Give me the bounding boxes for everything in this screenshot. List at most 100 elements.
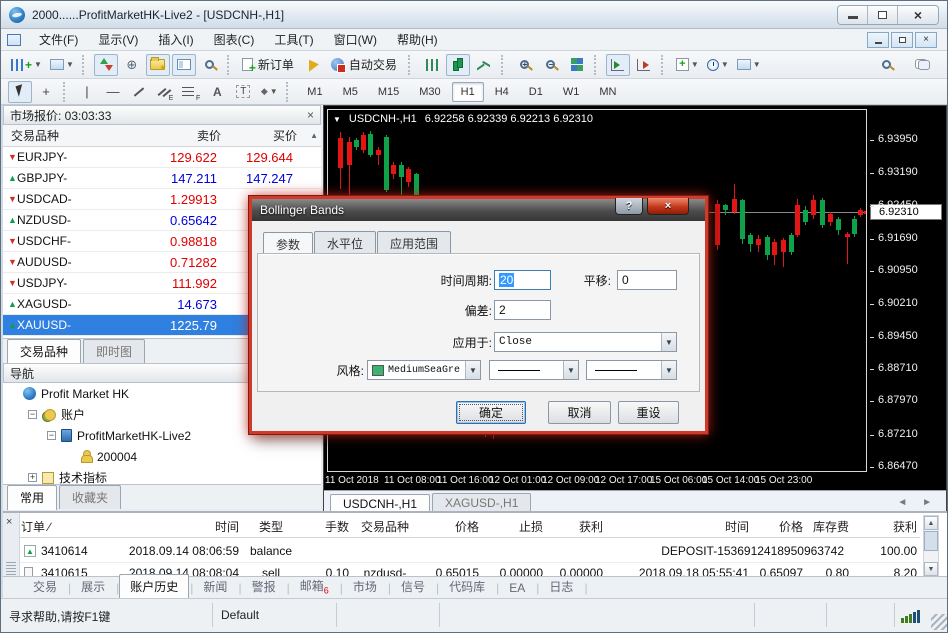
- scroll-up-icon[interactable]: ▲: [310, 131, 318, 140]
- menu-item[interactable]: 工具(T): [264, 29, 323, 50]
- toolbar-grip[interactable]: [501, 55, 508, 75]
- chart-tab-scroll-arrows[interactable]: ◄ ►: [889, 497, 946, 512]
- mdi-restore-button[interactable]: [891, 32, 913, 48]
- data-window-button[interactable]: ⊕: [120, 54, 144, 76]
- terminal-close-icon[interactable]: ×: [6, 516, 12, 528]
- timeframe-h4[interactable]: H4: [486, 82, 518, 102]
- timeframe-h1[interactable]: H1: [452, 82, 484, 102]
- toolbar-grip[interactable]: [82, 55, 89, 75]
- channel-tool[interactable]: E: [153, 81, 177, 103]
- timeframe-m1[interactable]: M1: [298, 82, 331, 102]
- scrollbar-thumb[interactable]: [924, 531, 938, 551]
- chart-shift-toggle[interactable]: [632, 54, 656, 76]
- expand-icon[interactable]: +: [28, 473, 37, 482]
- terminal-column-4[interactable]: 交易品种: [349, 517, 421, 535]
- new-chart-button[interactable]: +▼: [8, 54, 45, 76]
- strategy-tester-button[interactable]: [198, 54, 222, 76]
- toolbar-grip[interactable]: [227, 55, 234, 75]
- status-profile[interactable]: Default: [221, 608, 259, 622]
- terminal-column-0[interactable]: 订单 ∕: [21, 517, 116, 535]
- terminal-tab-新闻[interactable]: 新闻: [193, 575, 237, 598]
- new-order-button[interactable]: 新订单: [239, 54, 300, 76]
- restore-button[interactable]: [868, 6, 898, 24]
- fibonacci-tool[interactable]: F: [179, 81, 203, 103]
- dialog-help-button[interactable]: ?: [615, 198, 643, 215]
- market-watch-header[interactable]: 市场报价: 03:03:33 ×: [3, 105, 321, 125]
- toolbar-grip[interactable]: [408, 55, 415, 75]
- menu-item[interactable]: 插入(I): [148, 29, 203, 50]
- terminal-column-1[interactable]: 时间: [116, 517, 239, 535]
- terminal-tab-警报[interactable]: 警报: [242, 575, 286, 598]
- column-symbol[interactable]: 交易品种: [3, 127, 133, 144]
- tile-windows-button[interactable]: [565, 54, 589, 76]
- terminal-column-2[interactable]: 类型: [239, 517, 303, 535]
- terminal-column-11[interactable]: 获利: [849, 517, 917, 535]
- market-watch-tab-即时图[interactable]: 即时图: [83, 339, 145, 363]
- period-input[interactable]: 20: [494, 270, 551, 290]
- chart-window-icon[interactable]: [7, 34, 21, 46]
- market-watch-row[interactable]: ▲GBPJPY-147.211147.247: [3, 168, 321, 189]
- apply-to-select[interactable]: Close ▼: [494, 332, 677, 352]
- timeframe-w1[interactable]: W1: [554, 82, 589, 102]
- periods-button[interactable]: ▼: [704, 54, 732, 76]
- navigator-tab-常用[interactable]: 常用: [7, 485, 57, 510]
- chat-button[interactable]: [910, 54, 934, 76]
- toolbar-grip[interactable]: [594, 55, 601, 75]
- column-sell[interactable]: 卖价: [133, 127, 221, 144]
- shift-input[interactable]: 0: [617, 270, 677, 290]
- toolbar-grip[interactable]: [63, 82, 70, 102]
- auto-scroll-toggle[interactable]: [606, 54, 630, 76]
- terminal-tab-信号[interactable]: 信号: [391, 575, 435, 598]
- mdi-close-button[interactable]: ×: [915, 32, 937, 48]
- terminal-toggle[interactable]: [172, 54, 196, 76]
- terminal-column-10[interactable]: 库存费: [803, 517, 849, 535]
- menu-item[interactable]: 文件(F): [29, 29, 88, 50]
- navigator-toggle[interactable]: [146, 54, 170, 76]
- zoom-out-button[interactable]: −: [539, 54, 563, 76]
- time-axis[interactable]: 11 Oct 201811 Oct 08:0011 Oct 16:0012 Oc…: [324, 472, 948, 490]
- trendline-tool[interactable]: [127, 81, 151, 103]
- terminal-tab-市场[interactable]: 市场: [343, 575, 387, 598]
- toolbar-grip[interactable]: [286, 82, 293, 102]
- metaeditor-button[interactable]: [302, 54, 326, 76]
- terminal-tab-邮箱[interactable]: 邮箱6: [290, 574, 339, 598]
- label-tool[interactable]: T: [231, 81, 255, 103]
- menu-item[interactable]: 窗口(W): [324, 29, 387, 50]
- templates-button[interactable]: ▼: [734, 54, 764, 76]
- style-color-select[interactable]: MediumSeaGre ▼: [367, 360, 481, 380]
- menu-item[interactable]: 图表(C): [204, 29, 265, 50]
- terminal-tab-展示[interactable]: 展示: [71, 575, 115, 598]
- terminal-tab-交易[interactable]: 交易: [23, 575, 67, 598]
- vertical-line-tool[interactable]: |: [75, 81, 99, 103]
- navigator-item[interactable]: 200004: [3, 446, 321, 467]
- title-bar[interactable]: 2000......ProfitMarketHK-Live2 - [USDCNH…: [1, 1, 947, 29]
- terminal-column-5[interactable]: 价格: [421, 517, 479, 535]
- menu-item[interactable]: 帮助(H): [387, 29, 448, 50]
- mdi-minimize-button[interactable]: [867, 32, 889, 48]
- terminal-column-3[interactable]: 手数: [303, 517, 349, 535]
- column-buy[interactable]: 买价: [221, 127, 297, 144]
- navigator-tab-收藏夹[interactable]: 收藏夹: [59, 485, 121, 509]
- collapse-icon[interactable]: −: [47, 431, 56, 440]
- terminal-tab-EA[interactable]: EA: [499, 578, 535, 598]
- deviation-input[interactable]: 2: [494, 300, 551, 320]
- timeframe-mn[interactable]: MN: [590, 82, 625, 102]
- minimize-button[interactable]: [838, 6, 868, 24]
- zoom-in-button[interactable]: +: [513, 54, 537, 76]
- terminal-scrollbar[interactable]: ▲ ▼: [923, 515, 939, 577]
- cursor-tool[interactable]: [8, 81, 32, 103]
- timeframe-m5[interactable]: M5: [334, 82, 367, 102]
- close-button[interactable]: ×: [898, 6, 938, 24]
- collapse-icon[interactable]: −: [28, 410, 37, 419]
- auto-trading-button[interactable]: 自动交易: [328, 54, 403, 76]
- crosshair-tool[interactable]: +: [34, 81, 58, 103]
- menu-item[interactable]: 显示(V): [88, 29, 148, 50]
- dialog-close-button[interactable]: ×: [647, 198, 689, 215]
- market-watch-row[interactable]: ▼EURJPY-129.622129.644: [3, 147, 321, 168]
- bar-chart-button[interactable]: [420, 54, 444, 76]
- horizontal-line-tool[interactable]: —: [101, 81, 125, 103]
- indicators-button[interactable]: +▼: [673, 54, 702, 76]
- terminal-column-6[interactable]: 止损: [479, 517, 543, 535]
- search-button[interactable]: [874, 54, 898, 76]
- terminal-column-7[interactable]: 获利: [543, 517, 603, 535]
